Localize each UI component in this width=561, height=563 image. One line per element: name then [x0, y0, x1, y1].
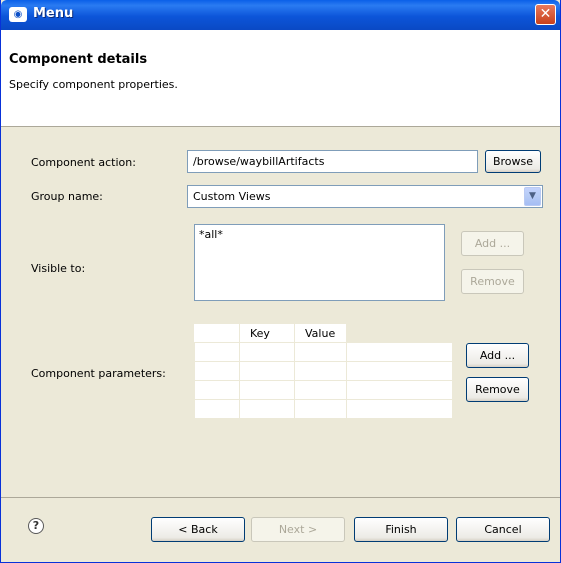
help-icon[interactable]: ?: [28, 518, 44, 534]
list-item[interactable]: *all*: [199, 228, 440, 241]
wizard-header: Component details Specify component prop…: [1, 30, 560, 127]
column-header-spacer: [194, 324, 240, 343]
visible-add-button[interactable]: Add ...: [461, 231, 524, 256]
back-button[interactable]: < Back: [151, 517, 245, 542]
chevron-down-icon[interactable]: ▼: [524, 187, 541, 206]
finish-button[interactable]: Finish: [354, 517, 448, 542]
component-action-input[interactable]: /browse/waybillArtifacts: [187, 150, 478, 173]
table-row[interactable]: [194, 342, 453, 362]
visible-remove-button[interactable]: Remove: [461, 269, 524, 294]
column-header-value[interactable]: Value: [294, 324, 347, 343]
visible-to-label: Visible to:: [31, 262, 86, 275]
visible-to-list[interactable]: *all*: [194, 224, 445, 301]
wizard-footer: ? < Back Next > Finish Cancel: [1, 497, 560, 563]
next-button[interactable]: Next >: [251, 517, 345, 542]
app-logo-icon: ◉: [9, 7, 27, 22]
parameters-table[interactable]: Key Value: [194, 324, 453, 419]
page-description: Specify component properties.: [9, 78, 178, 91]
column-header-key[interactable]: Key: [239, 324, 295, 343]
close-button[interactable]: ✕: [535, 4, 556, 25]
group-name-value: Custom Views: [193, 190, 271, 203]
wizard-window: ◉ Menu ✕ Component details Specify compo…: [0, 0, 561, 563]
table-row[interactable]: [194, 380, 453, 400]
group-name-label: Group name:: [31, 190, 103, 203]
component-action-label: Component action:: [31, 156, 136, 169]
cancel-button[interactable]: Cancel: [456, 517, 550, 542]
table-header-row: Key Value: [194, 324, 453, 343]
title-bar[interactable]: ◉ Menu ✕: [1, 0, 560, 30]
browse-button[interactable]: Browse: [485, 150, 541, 173]
column-header-filler: [346, 324, 453, 343]
parameters-add-button[interactable]: Add ...: [466, 343, 529, 368]
window-title: Menu: [33, 6, 74, 21]
parameters-remove-button[interactable]: Remove: [466, 377, 529, 402]
table-row[interactable]: [194, 361, 453, 381]
page-title: Component details: [9, 52, 148, 67]
form-area: Component action: /browse/waybillArtifac…: [1, 127, 560, 497]
group-name-select[interactable]: Custom Views ▼: [187, 185, 543, 208]
component-parameters-label: Component parameters:: [31, 367, 166, 380]
table-row[interactable]: [194, 399, 453, 419]
